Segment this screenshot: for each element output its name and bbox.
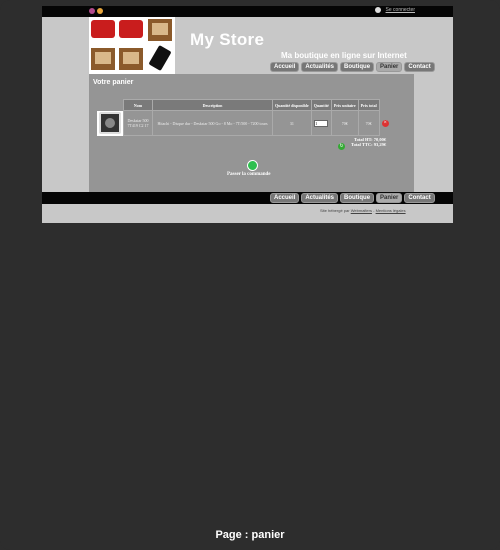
nav-actualites[interactable]: Actualités <box>301 193 339 203</box>
product-thumbnail[interactable] <box>97 110 124 136</box>
website-screenshot: Se connecter My Store Ma boutique en lig… <box>42 6 453 223</box>
cart-panel: Votre panier Nom Description Quantité di… <box>89 74 414 192</box>
french-flag-icon[interactable] <box>97 8 103 14</box>
user-icon <box>375 7 381 13</box>
site-brand[interactable]: My Store <box>190 30 264 50</box>
nav-accueil[interactable]: Accueil <box>270 62 300 72</box>
quantity-input[interactable]: 1 <box>314 119 329 127</box>
nav-contact[interactable]: Contact <box>404 62 435 72</box>
cell-quantity: 1 <box>310 110 332 136</box>
page-caption: Page : panier <box>215 529 285 541</box>
nav-actualites[interactable]: Actualités <box>301 62 339 72</box>
col-unit-price: Prix unitaire <box>330 99 359 111</box>
col-available: Quantité disponible <box>272 99 312 111</box>
wooden-box-icon <box>119 48 143 70</box>
footer-credits: Site hébergé par Webmafiers - Mentions l… <box>320 208 406 213</box>
checkout-icon[interactable] <box>247 160 258 171</box>
nav-panier[interactable]: Panier <box>376 62 403 72</box>
col-name: Nom <box>123 99 153 111</box>
red-wallet-icon <box>119 20 143 38</box>
product-image-grid <box>89 17 175 74</box>
table-row: Deskstar 500 7T419 C2 17 Hitachi - Disqu… <box>97 110 391 136</box>
nav-accueil[interactable]: Accueil <box>270 193 300 203</box>
english-flag-icon[interactable] <box>89 8 95 14</box>
cell-total: 70€ <box>357 110 380 136</box>
product-images <box>91 19 172 71</box>
wooden-box-icon <box>91 48 115 70</box>
cell-description: Hitachi - Disque dur - Deskstar 500 Go -… <box>152 110 273 136</box>
col-total: Prix total <box>357 99 380 111</box>
credits-separator: - <box>373 208 375 213</box>
delete-icon[interactable]: × <box>381 119 389 127</box>
site-tagline: Ma boutique en ligne sur Internet <box>281 51 407 60</box>
delete-column-header <box>379 100 391 111</box>
nav-boutique[interactable]: Boutique <box>340 193 375 203</box>
cell-available: 31 <box>272 110 312 136</box>
wooden-box-icon <box>148 19 172 41</box>
red-wallet-icon <box>91 20 115 38</box>
image-column-header <box>97 100 124 111</box>
frame: Se connecter My Store Ma boutique en lig… <box>0 0 500 550</box>
top-navigation: Accueil Actualités Boutique Panier Conta… <box>270 62 435 72</box>
col-description: Description <box>152 99 273 111</box>
total-ttc: Total TTC: 93,29€ <box>351 142 387 147</box>
refresh-icon[interactable]: ↻ <box>338 143 345 150</box>
hard-drive-icon <box>99 112 121 134</box>
phone-icon <box>149 45 171 71</box>
cart-totals: Total HT: 70,00€ Total TTC: 93,29€ <box>351 137 386 147</box>
login-link[interactable]: Se connecter <box>386 7 415 13</box>
checkout-link[interactable]: Passer la commande <box>227 172 271 177</box>
cell-unit-price: 70€ <box>330 110 359 136</box>
col-quantity: Quantité <box>310 99 332 111</box>
credits-link-webmafiers[interactable]: Webmafiers <box>351 208 372 213</box>
top-bar: Se connecter <box>42 6 453 17</box>
bottom-navigation: Accueil Actualités Boutique Panier Conta… <box>270 193 435 203</box>
cart-table: Nom Description Quantité disponible Quan… <box>97 99 391 136</box>
table-header-row: Nom Description Quantité disponible Quan… <box>97 99 391 111</box>
nav-contact[interactable]: Contact <box>404 193 435 203</box>
cell-name[interactable]: Deskstar 500 7T419 C2 17 <box>123 110 153 136</box>
nav-boutique[interactable]: Boutique <box>340 62 375 72</box>
credits-link-mentions[interactable]: Mentions légales <box>376 208 406 213</box>
credits-text: Site hébergé par <box>320 208 350 213</box>
cell-delete: × <box>379 111 391 136</box>
nav-panier[interactable]: Panier <box>376 193 403 203</box>
page-title: Votre panier <box>93 79 134 86</box>
